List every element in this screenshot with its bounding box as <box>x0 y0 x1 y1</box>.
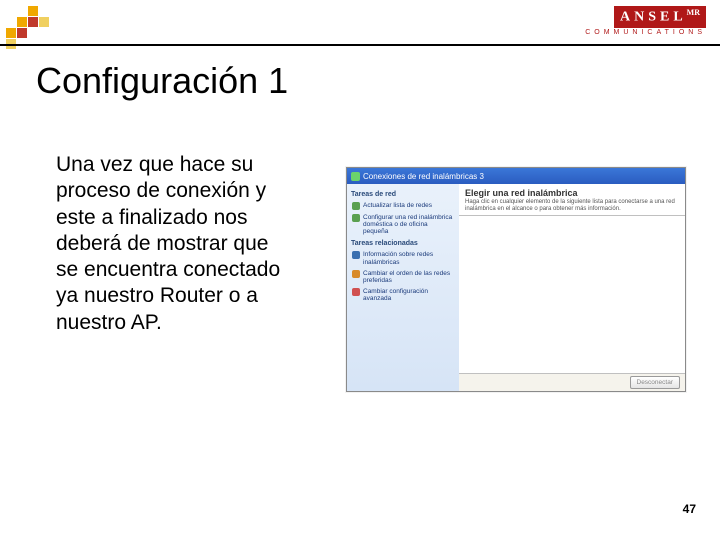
sidebar-item[interactable]: Cambiar configuración avanzada <box>351 286 455 304</box>
sidebar-item-label: Información sobre redes inalámbricas <box>363 251 454 265</box>
main-subtitle: Haga clic en cualquier elemento de la si… <box>465 199 679 212</box>
sidebar-item[interactable]: Configurar una red inalámbrica doméstica… <box>351 212 455 237</box>
logo-squares <box>6 6 49 49</box>
sidebar-heading: Tareas relacionadas <box>351 240 455 247</box>
sidebar-item[interactable]: Cambiar el orden de las redes preferidas <box>351 268 455 286</box>
sidebar-item-label: Cambiar configuración avanzada <box>363 288 454 302</box>
sidebar-item-icon <box>352 202 360 210</box>
wifi-icon <box>351 172 360 181</box>
page-number: 47 <box>683 502 696 516</box>
sidebar-item-icon <box>352 288 360 296</box>
dialog-footer: Desconectar <box>459 373 685 391</box>
network-list <box>459 215 685 373</box>
sidebar: Tareas de red Actualizar lista de redes C… <box>347 184 459 391</box>
slide-body: Una vez que hace su proceso de conexión … <box>56 152 292 336</box>
titlebar[interactable]: Conexiones de red inalámbricas 3 <box>347 168 685 184</box>
brand-logo: ANSELMR COMMUNICATIONS <box>585 6 706 36</box>
sidebar-item[interactable]: Información sobre redes inalámbricas <box>351 249 455 267</box>
sidebar-heading: Tareas de red <box>351 191 455 198</box>
wireless-dialog: Conexiones de red inalámbricas 3 Tareas … <box>346 167 686 392</box>
sidebar-item-label: Configurar una red inalámbrica doméstica… <box>363 214 454 235</box>
brand-name: ANSELMR <box>614 6 706 28</box>
slide-title: Configuración 1 <box>36 60 288 102</box>
sidebar-item-label: Actualizar lista de redes <box>363 202 432 209</box>
disconnect-button[interactable]: Desconectar <box>630 376 681 389</box>
brand-subtitle: COMMUNICATIONS <box>585 29 706 36</box>
main-title: Elegir una red inalámbrica <box>465 188 679 198</box>
sidebar-item-icon <box>352 270 360 278</box>
sidebar-item[interactable]: Actualizar lista de redes <box>351 200 455 212</box>
sidebar-item-icon <box>352 214 360 222</box>
sidebar-item-icon <box>352 251 360 259</box>
window-title: Conexiones de red inalámbricas 3 <box>363 172 484 181</box>
sidebar-item-label: Cambiar el orden de las redes preferidas <box>363 270 454 284</box>
header-divider <box>0 44 720 46</box>
main-panel: Elegir una red inalámbrica Haga clic en … <box>459 184 685 391</box>
